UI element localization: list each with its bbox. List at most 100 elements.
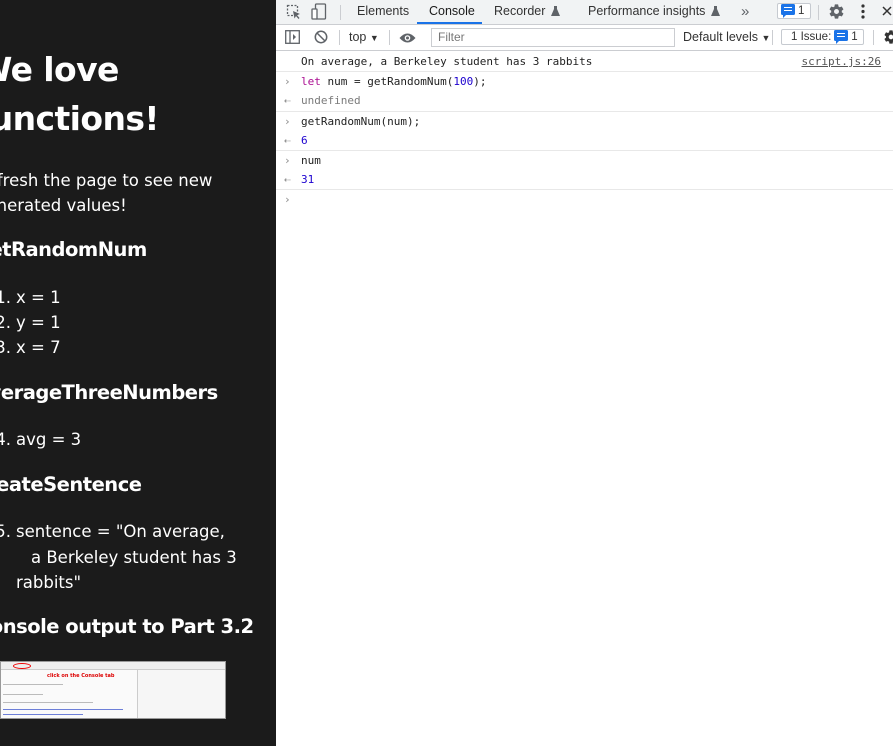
console-input-text: getRandomNum(num); xyxy=(301,115,421,128)
active-tab-indicator xyxy=(417,22,482,24)
divider xyxy=(339,30,340,45)
console-settings-gear-icon[interactable] xyxy=(883,29,893,50)
thumbnail-caption: click on the Console tab xyxy=(47,673,115,679)
console-output-value: 31 xyxy=(301,173,315,186)
devtools-tab-bar: Elements Console Recorder Performance in… xyxy=(276,0,893,25)
list-item-number: 2. xyxy=(0,313,11,332)
code-number: 100 xyxy=(453,75,474,88)
clear-console-icon[interactable] xyxy=(314,30,328,49)
sidebar-toggle-icon[interactable] xyxy=(285,30,300,49)
console-output-row: ⇠ 31 xyxy=(276,170,893,190)
web-page-panel: We love functions! Refresh the page to s… xyxy=(0,0,276,746)
input-chevron-icon: › xyxy=(284,115,291,128)
list-item-continuation: rabbits" xyxy=(16,573,82,592)
code-text: num = getRandomNum( xyxy=(320,75,454,88)
intro-text-line-2: generated values! xyxy=(0,196,127,215)
output-arrow-icon: ⇠ xyxy=(284,134,291,147)
thumbnail-line xyxy=(3,714,83,715)
issues-label: 1 Issue: xyxy=(791,31,832,43)
console-toolbar: top ▼ Filter Default levels ▼ 1 Issue: 1 xyxy=(276,25,893,51)
console-output-row: ⇠ undefined xyxy=(276,92,893,112)
section-heading-createsentence: createSentence xyxy=(0,473,142,496)
console-output-value: 6 xyxy=(301,134,308,147)
console-input-row: › getRandomNum(num); xyxy=(276,112,893,132)
list-item: 5. sentence = "On average, xyxy=(0,519,225,544)
prompt-chevron-icon: › xyxy=(284,193,291,206)
thumbnail-highlight-circle xyxy=(13,663,31,669)
tab-elements[interactable]: Elements xyxy=(357,0,409,25)
console-input-text: num xyxy=(301,154,321,167)
divider xyxy=(340,5,341,20)
device-toolbar-icon[interactable] xyxy=(311,3,327,26)
output-arrow-icon: ⇠ xyxy=(284,94,291,107)
list-item: 2. y = 1 xyxy=(0,310,61,335)
section-heading-console-output: Console output to Part 3.2 xyxy=(0,615,254,638)
thumbnail-tab-bar xyxy=(1,662,225,670)
thumbnail-line xyxy=(3,702,93,703)
input-chevron-icon: › xyxy=(284,154,291,167)
code-text: ); xyxy=(473,75,487,88)
input-chevron-icon: › xyxy=(284,75,291,88)
filter-input[interactable]: Filter xyxy=(431,28,675,47)
messages-badge-count: 1 xyxy=(798,5,805,17)
issues-count: 1 xyxy=(851,31,858,43)
output-arrow-icon: ⇠ xyxy=(284,173,291,186)
list-item-number: 5. xyxy=(0,522,11,541)
list-item-number: 3. xyxy=(0,338,11,357)
devtools-panel: Elements Console Recorder Performance in… xyxy=(276,0,893,746)
section-heading-averagethreenumbers: averageThreeNumbers xyxy=(0,381,218,404)
console-input-row: › num xyxy=(276,151,893,170)
inspect-element-icon[interactable] xyxy=(286,4,302,25)
list-item-text: sentence = "On average, xyxy=(16,522,225,541)
list-item-text: y = 1 xyxy=(16,313,61,332)
tab-recorder[interactable]: Recorder xyxy=(494,0,560,25)
console-prompt-row[interactable]: › xyxy=(276,190,893,210)
thumbnail-line xyxy=(3,694,43,695)
source-link[interactable]: script.js:26 xyxy=(802,52,881,71)
divider xyxy=(873,30,874,45)
thumbnail-line xyxy=(3,684,63,685)
intro-text-line-1: Refresh the page to see new xyxy=(0,171,213,190)
tab-performance-insights-label: Performance insights xyxy=(588,4,706,18)
thumbnail-line xyxy=(3,709,123,710)
console-log-row: On average, a Berkeley student has 3 rab… xyxy=(276,52,893,72)
message-icon xyxy=(781,4,795,18)
messages-badge[interactable]: 1 xyxy=(777,3,811,19)
log-levels-dropdown[interactable]: Default levels ▼ xyxy=(683,25,770,50)
list-item-number: 1. xyxy=(0,288,11,307)
list-item-text: x = 1 xyxy=(16,288,61,307)
list-item-continuation: a Berkeley student has 3 xyxy=(31,548,237,567)
console-log-message: On average, a Berkeley student has 3 rab… xyxy=(301,55,593,68)
list-item-text: avg = 3 xyxy=(16,430,82,449)
close-icon[interactable] xyxy=(882,4,892,22)
context-selector[interactable]: top ▼ xyxy=(349,25,379,50)
dropdown-arrow-icon: ▼ xyxy=(369,33,379,43)
console-input-text: let num = getRandomNum(100); xyxy=(301,72,486,92)
tab-recorder-label: Recorder xyxy=(494,4,546,18)
list-item-text: x = 7 xyxy=(16,338,61,357)
list-item: 3. x = 7 xyxy=(0,335,61,360)
divider xyxy=(818,5,819,20)
eye-icon[interactable] xyxy=(399,31,416,49)
more-options-kebab-icon[interactable] xyxy=(860,3,866,25)
dropdown-arrow-icon: ▼ xyxy=(761,33,771,43)
page-title-line-1: We love xyxy=(0,50,119,89)
list-item-number: 4. xyxy=(0,430,11,449)
list-item: 1. x = 1 xyxy=(0,285,61,310)
divider xyxy=(389,30,390,45)
issue-message-icon xyxy=(834,30,849,44)
section-heading-getrandomnum: getRandomNum xyxy=(0,238,147,261)
log-levels-label: Default levels xyxy=(683,30,759,44)
console-screenshot-thumbnail: click on the Console tab xyxy=(0,661,226,719)
code-keyword: let xyxy=(301,75,321,88)
settings-gear-icon[interactable] xyxy=(828,3,845,25)
list-item: 4. avg = 3 xyxy=(0,427,82,452)
tab-performance-insights[interactable]: Performance insights xyxy=(588,0,720,25)
divider xyxy=(772,30,773,45)
console-input-row: › let num = getRandomNum(100); xyxy=(276,72,893,92)
issues-badge[interactable]: 1 Issue: 1 xyxy=(781,29,864,45)
flask-icon xyxy=(710,1,720,24)
context-selector-value: top xyxy=(349,30,367,44)
more-tabs-chevron-icon[interactable]: » xyxy=(741,0,749,25)
flask-icon xyxy=(550,1,560,24)
